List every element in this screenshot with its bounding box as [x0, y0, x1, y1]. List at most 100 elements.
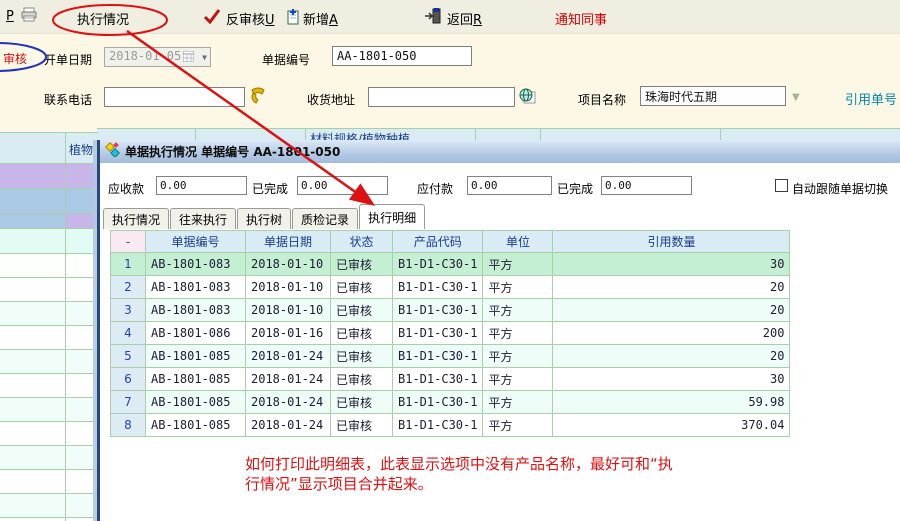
table-row-2[interactable]: 2AB-1801-0832018-01-10已审核B1-D1-C30-1平方20	[111, 276, 790, 299]
open-date-input[interactable]: 2018-01-05 ▼	[104, 47, 211, 67]
cell[interactable]: 平方	[483, 276, 553, 299]
column-header-单据编号[interactable]: 单据编号	[146, 231, 246, 253]
notify-colleagues-button[interactable]: 通知同事	[555, 9, 607, 28]
cell[interactable]: AB-1801-083	[146, 299, 246, 322]
cell[interactable]: AB-1801-086	[146, 322, 246, 345]
cell[interactable]: 5	[111, 345, 146, 368]
cell[interactable]: AB-1801-083	[146, 253, 246, 276]
cell[interactable]: 已审核	[331, 276, 393, 299]
cell[interactable]: 4	[111, 322, 146, 345]
cell[interactable]: B1-D1-C30-1	[393, 299, 483, 322]
cell[interactable]: 平方	[483, 345, 553, 368]
cell[interactable]: 已审核	[331, 345, 393, 368]
unaudit-button[interactable]: 反审核U	[226, 9, 275, 28]
column-header-状态[interactable]: 状态	[331, 231, 393, 253]
cell[interactable]: B1-D1-C30-1	[393, 253, 483, 276]
cell[interactable]: 20	[553, 276, 790, 299]
cell[interactable]: 20	[553, 345, 790, 368]
table-row-1[interactable]: 1AB-1801-0832018-01-10已审核B1-D1-C30-1平方30	[111, 253, 790, 276]
column-header-产品代码[interactable]: 产品代码	[393, 231, 483, 253]
cell[interactable]: 2018-01-16	[246, 322, 331, 345]
cell[interactable]: 已审核	[331, 391, 393, 414]
cell[interactable]: 2018-01-24	[246, 368, 331, 391]
cell[interactable]: 2018-01-10	[246, 276, 331, 299]
table-row-8[interactable]: 8AB-1801-0852018-01-24已审核B1-D1-C30-1平方37…	[111, 414, 790, 437]
column-header-单位[interactable]: 单位	[483, 231, 553, 253]
phone-input[interactable]	[104, 87, 245, 107]
cell[interactable]: 2018-01-24	[246, 391, 331, 414]
print-button-partial[interactable]: P	[6, 9, 14, 24]
cell[interactable]: 平方	[483, 322, 553, 345]
tab-质检记录[interactable]: 质检记录	[292, 208, 358, 229]
cell[interactable]: 8	[111, 414, 146, 437]
cell[interactable]: 7	[111, 391, 146, 414]
column-header-rownum[interactable]: -	[111, 231, 146, 253]
cell[interactable]: 已审核	[331, 253, 393, 276]
date-dropdown-icon[interactable]: ▼	[202, 53, 207, 62]
cell[interactable]: B1-D1-C30-1	[393, 276, 483, 299]
cell[interactable]: 6	[111, 368, 146, 391]
dialog-titlebar[interactable]: 单据执行情况 单据编号 AA-1801-050	[100, 140, 900, 163]
tab-执行明细[interactable]: 执行明细	[359, 204, 425, 229]
cell[interactable]: 2018-01-24	[246, 345, 331, 368]
project-input[interactable]	[640, 86, 786, 106]
cell[interactable]: AB-1801-085	[146, 368, 246, 391]
completed2-input[interactable]	[601, 176, 692, 195]
cell[interactable]: 30	[553, 253, 790, 276]
cell[interactable]: 59.98	[553, 391, 790, 414]
cell[interactable]: 200	[553, 322, 790, 345]
cell[interactable]: B1-D1-C30-1	[393, 414, 483, 437]
cell[interactable]: 2018-01-10	[246, 253, 331, 276]
cell[interactable]: 20	[553, 299, 790, 322]
address-input[interactable]	[368, 87, 515, 107]
auto-follow-checkbox[interactable]	[775, 179, 788, 192]
cell[interactable]: AB-1801-085	[146, 391, 246, 414]
cell[interactable]: 已审核	[331, 414, 393, 437]
cell[interactable]: 2018-01-10	[246, 299, 331, 322]
cell[interactable]: 平方	[483, 253, 553, 276]
cell[interactable]: B1-D1-C30-1	[393, 391, 483, 414]
table-row-7[interactable]: 7AB-1801-0852018-01-24已审核B1-D1-C30-1平方59…	[111, 391, 790, 414]
ref-doc-link[interactable]: 引用单号	[845, 89, 897, 108]
cell[interactable]: 1	[111, 253, 146, 276]
payable-input[interactable]	[467, 176, 552, 195]
back-button[interactable]: 返回R	[447, 9, 482, 28]
table-row-5[interactable]: 5AB-1801-0852018-01-24已审核B1-D1-C30-1平方20	[111, 345, 790, 368]
project-dropdown-icon[interactable]: ▼	[792, 92, 800, 103]
cell[interactable]: 2	[111, 276, 146, 299]
cell[interactable]: 平方	[483, 299, 553, 322]
cell[interactable]: 平方	[483, 414, 553, 437]
completed1-input[interactable]	[297, 176, 388, 195]
cell[interactable]: AB-1801-083	[146, 276, 246, 299]
cell[interactable]: 30	[553, 368, 790, 391]
receivable-input[interactable]	[156, 176, 247, 195]
add-new-button[interactable]: 新增A	[303, 9, 338, 28]
cell[interactable]: 已审核	[331, 322, 393, 345]
address-label: 收货地址	[307, 91, 355, 108]
printer-icon[interactable]	[20, 7, 38, 27]
cell[interactable]: 已审核	[331, 368, 393, 391]
cell[interactable]: 已审核	[331, 299, 393, 322]
column-header-引用数量[interactable]: 引用数量	[553, 231, 790, 253]
tab-执行树[interactable]: 执行树	[237, 208, 291, 229]
table-row-3[interactable]: 3AB-1801-0832018-01-10已审核B1-D1-C30-1平方20	[111, 299, 790, 322]
cell[interactable]: 370.04	[553, 414, 790, 437]
column-header-单据日期[interactable]: 单据日期	[246, 231, 331, 253]
cell[interactable]: AB-1801-085	[146, 345, 246, 368]
cell[interactable]: 平方	[483, 391, 553, 414]
doc-no-input[interactable]	[332, 46, 472, 66]
cell[interactable]: AB-1801-085	[146, 414, 246, 437]
cell[interactable]: B1-D1-C30-1	[393, 345, 483, 368]
cell[interactable]: 3	[111, 299, 146, 322]
table-row-4[interactable]: 4AB-1801-0862018-01-16已审核B1-D1-C30-1平方20…	[111, 322, 790, 345]
cell[interactable]: 平方	[483, 368, 553, 391]
tab-执行情况[interactable]: 执行情况	[103, 208, 169, 229]
cell[interactable]: B1-D1-C30-1	[393, 322, 483, 345]
tab-往来执行[interactable]: 往来执行	[170, 208, 236, 229]
table-row-6[interactable]: 6AB-1801-0852018-01-24已审核B1-D1-C30-1平方30	[111, 368, 790, 391]
cell[interactable]: B1-D1-C30-1	[393, 368, 483, 391]
globe-icon	[519, 87, 536, 108]
cell[interactable]: 2018-01-24	[246, 414, 331, 437]
calendar-icon[interactable]	[183, 51, 194, 65]
exec-status-button[interactable]: 执行情况	[77, 9, 129, 28]
